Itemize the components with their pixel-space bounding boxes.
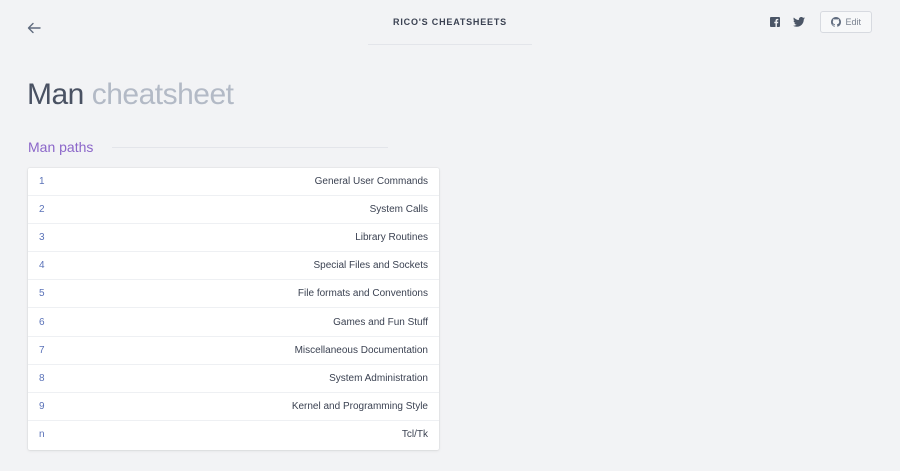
table-row: 6 Games and Fun Stuff [28,308,439,337]
row-value: Miscellaneous Documentation [294,344,428,356]
section-divider [112,147,388,148]
row-value: System Administration [329,372,428,384]
row-value: File formats and Conventions [297,288,428,300]
row-value: Special Files and Sockets [313,260,428,272]
row-value: General User Commands [314,176,428,188]
social-links: Edit [764,11,872,33]
edit-label: Edit [845,17,861,27]
table-row: 7 Miscellaneous Documentation [28,337,439,365]
brand-divider [368,44,532,45]
table-row: n Tcl/Tk [28,421,439,449]
facebook-icon[interactable] [764,11,786,33]
row-key: 3 [39,232,45,244]
row-key: 9 [39,400,45,412]
table-row: 2 System Calls [28,196,439,225]
row-key: 5 [39,288,45,300]
page-title: Man cheatsheet [27,78,234,112]
table-row: 3 Library Routines [28,224,439,253]
page-title-main: Man [27,78,84,111]
row-value: Kernel and Programming Style [291,400,428,412]
row-value: Tcl/Tk [401,429,428,441]
row-key: 6 [39,316,45,328]
page-title-sub: cheatsheet [91,78,234,111]
table-row: 4 Special Files and Sockets [28,252,439,281]
row-value: System Calls [369,204,428,216]
table-row: 8 System Administration [28,365,439,393]
row-key: 4 [39,260,45,272]
github-icon [831,17,842,27]
man-paths-table: 1 General User Commands 2 System Calls 3… [28,168,439,450]
table-row: 9 Kernel and Programming Style [28,393,439,421]
row-key: 1 [39,176,45,188]
row-key: 7 [39,344,45,356]
table-row: 5 File formats and Conventions [28,280,439,309]
twitter-icon[interactable] [788,11,810,33]
row-key: 8 [39,372,45,384]
page: RICO'S CHEATSHEETS Edit Man cheatsheet M… [0,0,900,471]
edit-button[interactable]: Edit [820,11,872,33]
row-value: Games and Fun Stuff [333,316,428,328]
row-key: 2 [39,204,45,216]
row-key: n [39,429,45,441]
row-value: Library Routines [355,232,428,244]
table-row: 1 General User Commands [28,168,439,197]
section-heading: Man paths [28,139,94,155]
